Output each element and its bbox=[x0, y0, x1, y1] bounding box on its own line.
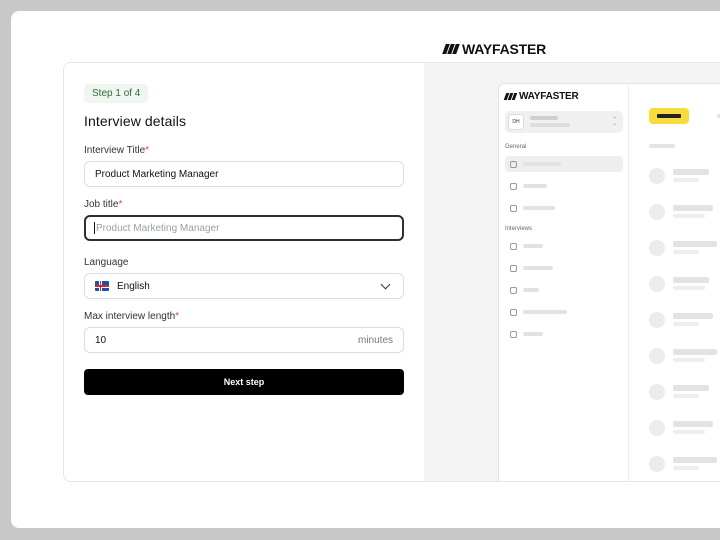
preview-section-general: General bbox=[505, 144, 527, 150]
placeholder-bar bbox=[523, 310, 567, 314]
preview-nav-settings bbox=[505, 326, 623, 342]
text-caret bbox=[94, 222, 95, 234]
preview-primary-button bbox=[649, 108, 689, 124]
placeholder-bar bbox=[673, 241, 717, 247]
wayfaster-logo: WAYFASTER bbox=[442, 41, 547, 57]
required-mark: * bbox=[118, 199, 123, 210]
job-title-label: Job title* bbox=[84, 199, 404, 210]
placeholder-bar bbox=[673, 313, 713, 319]
preview-logo-mark bbox=[503, 93, 518, 100]
language-select[interactable]: English bbox=[84, 273, 404, 299]
max-length-label: Max interview length* bbox=[84, 311, 404, 322]
placeholder-bar bbox=[673, 430, 705, 434]
app-preview-mockup: WAYFASTER DH ⌃ ⌄ General Interviews bbox=[498, 83, 720, 481]
mail-icon bbox=[510, 308, 517, 316]
next-step-button[interactable]: Next step bbox=[84, 369, 404, 395]
placeholder-bar bbox=[530, 116, 558, 120]
placeholder-avatar bbox=[649, 276, 665, 292]
step-badge: Step 1 of 4 bbox=[84, 84, 149, 103]
interview-title-value: Product Marketing Manager bbox=[95, 168, 219, 180]
placeholder-bar bbox=[673, 277, 709, 283]
placeholder-bar bbox=[673, 394, 699, 398]
placeholder-bar bbox=[523, 332, 543, 336]
placeholder-bar bbox=[530, 123, 570, 127]
placeholder-bar bbox=[673, 385, 709, 391]
interview-details-form: Step 1 of 4 Interview details Interview … bbox=[84, 83, 404, 395]
placeholder-bar bbox=[673, 358, 705, 362]
preview-section-interviews: Interviews bbox=[505, 226, 533, 232]
placeholder-bar bbox=[523, 288, 539, 292]
interview-title-label: Interview Title* bbox=[84, 145, 404, 156]
language-value: English bbox=[117, 280, 150, 292]
placeholder-bar bbox=[673, 322, 699, 326]
video-icon bbox=[510, 204, 517, 212]
user-icon bbox=[510, 286, 517, 294]
placeholder-bar bbox=[673, 205, 713, 211]
preview-nav-candidates bbox=[505, 238, 623, 254]
placeholder-bar bbox=[673, 169, 709, 175]
chart-icon bbox=[510, 182, 517, 190]
gear-icon bbox=[510, 330, 517, 338]
placeholder-bar bbox=[523, 184, 547, 188]
max-length-value: 10 bbox=[95, 334, 107, 346]
home-icon bbox=[510, 160, 517, 168]
preview-nav-analytics bbox=[505, 178, 623, 194]
placeholder-bar bbox=[673, 214, 705, 218]
placeholder-bar bbox=[523, 162, 561, 166]
placeholder-bar bbox=[673, 250, 699, 254]
iceland-flag-icon bbox=[95, 281, 109, 291]
job-title-label-text: Job title bbox=[84, 199, 119, 210]
placeholder-bar bbox=[673, 421, 713, 427]
job-title-input[interactable]: Product Marketing Manager bbox=[84, 215, 404, 241]
job-title-placeholder: Product Marketing Manager bbox=[96, 222, 220, 234]
interview-title-label-text: Interview Title bbox=[84, 145, 146, 156]
placeholder-avatar bbox=[649, 312, 665, 328]
users-icon bbox=[510, 242, 517, 250]
placeholder-bar bbox=[523, 244, 543, 248]
placeholder-avatar bbox=[649, 384, 665, 400]
avatar: DH bbox=[508, 114, 524, 130]
preview-logo-text: WAYFASTER bbox=[519, 91, 579, 102]
setup-card: Step 1 of 4 Interview details Interview … bbox=[63, 62, 720, 482]
placeholder-bar bbox=[673, 349, 717, 355]
placeholder-avatar bbox=[649, 204, 665, 220]
placeholder-avatar bbox=[649, 348, 665, 364]
placeholder-bar bbox=[673, 286, 705, 290]
placeholder-bar bbox=[673, 466, 699, 470]
required-mark: * bbox=[145, 145, 150, 156]
interview-title-input[interactable]: Product Marketing Manager bbox=[84, 161, 404, 187]
preview-nav-video bbox=[505, 200, 623, 216]
preview-logo: WAYFASTER bbox=[503, 91, 579, 102]
preview-sidebar: WAYFASTER DH ⌃ ⌄ General Interviews bbox=[499, 84, 629, 481]
chevron-down-icon bbox=[380, 279, 391, 289]
placeholder-bar bbox=[523, 206, 555, 210]
chevron-updown-icon: ⌃ ⌄ bbox=[611, 117, 617, 127]
max-length-suffix: minutes bbox=[357, 334, 393, 346]
preview-nav-home bbox=[505, 156, 623, 172]
arrow-icon bbox=[510, 264, 517, 272]
preview-nav-share bbox=[505, 260, 623, 276]
placeholder-avatar bbox=[649, 456, 665, 472]
placeholder-avatar bbox=[649, 240, 665, 256]
preview-account-switcher: DH ⌃ ⌄ bbox=[505, 111, 623, 133]
max-length-input[interactable]: 10 minutes bbox=[84, 327, 404, 353]
placeholder-avatar bbox=[649, 168, 665, 184]
placeholder-bar bbox=[649, 144, 675, 148]
preview-main bbox=[629, 84, 720, 481]
form-title: Interview details bbox=[84, 113, 187, 129]
placeholder-bar bbox=[523, 266, 553, 270]
placeholder-avatar bbox=[649, 420, 665, 436]
max-length-label-text: Max interview length bbox=[84, 311, 176, 322]
logo-text: WAYFASTER bbox=[462, 41, 547, 57]
language-selected: English bbox=[95, 281, 150, 292]
placeholder-bar bbox=[673, 178, 699, 182]
preview-nav-mail bbox=[505, 304, 623, 320]
language-label: Language bbox=[84, 257, 129, 268]
app-preview-panel: WAYFASTER DH ⌃ ⌄ General Interviews bbox=[424, 63, 720, 481]
placeholder-bar bbox=[673, 457, 717, 463]
required-mark: * bbox=[175, 311, 180, 322]
preview-nav-profile bbox=[505, 282, 623, 298]
wayfaster-logo-mark bbox=[442, 44, 460, 54]
